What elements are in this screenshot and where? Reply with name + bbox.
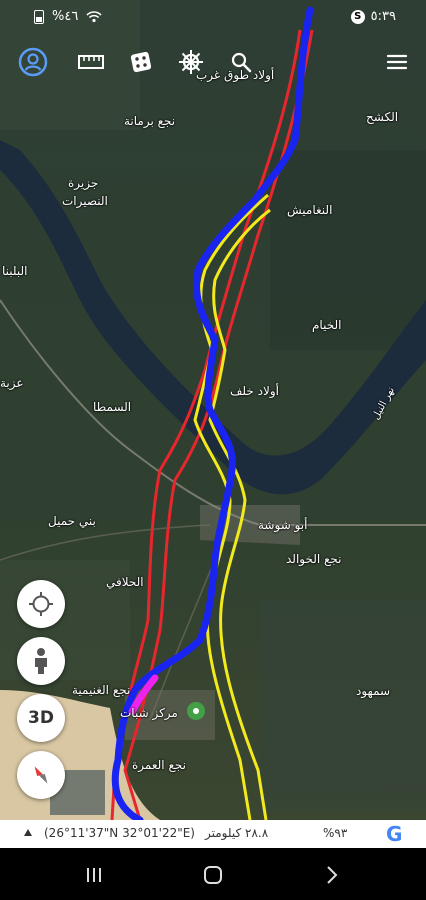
- measure-button[interactable]: [74, 45, 108, 79]
- place-label[interactable]: عزبة: [0, 376, 24, 390]
- coordinates-readout: (26°11'37"N 32°01'22"E): [44, 826, 195, 840]
- random-button[interactable]: [124, 45, 158, 79]
- scale-bar: (26°11'37"N 32°01'22"E) ٢٨.٨ كيلومتر %٩٣…: [0, 820, 426, 848]
- menu-button[interactable]: [380, 45, 414, 79]
- status-right: S ٥:٣٩: [350, 9, 396, 24]
- status-bar: %٤٦ S ٥:٣٩: [0, 0, 426, 34]
- top-toolbar: [0, 42, 426, 82]
- wifi-icon: [86, 11, 102, 23]
- system-nav-bar: [0, 848, 426, 900]
- pegman-icon: [35, 648, 47, 674]
- place-label[interactable]: الكشح: [366, 110, 398, 124]
- compass-icon: [34, 766, 48, 784]
- place-label[interactable]: أولاد خلف: [230, 384, 279, 398]
- alarm-icon: S: [350, 9, 365, 24]
- place-label[interactable]: الحلافي: [106, 575, 144, 589]
- zoom-percent: %٩٣: [323, 826, 348, 840]
- status-time: ٥:٣٩: [370, 9, 396, 24]
- ship-wheel-icon: [179, 50, 203, 74]
- place-label[interactable]: مركز شبات: [120, 706, 178, 720]
- field-patch: [260, 600, 426, 810]
- recents-button[interactable]: [74, 862, 114, 888]
- profile-button[interactable]: [16, 45, 50, 79]
- status-left: %٤٦: [34, 9, 102, 24]
- back-button[interactable]: [312, 862, 352, 888]
- place-label[interactable]: نجع العمرة: [132, 758, 186, 772]
- dice-icon: [130, 51, 152, 73]
- battery-percent: %٤٦: [52, 9, 79, 24]
- place-label[interactable]: أبو شوشة: [258, 518, 307, 532]
- place-label[interactable]: جزيرة: [68, 176, 98, 190]
- recents-icon: [87, 868, 101, 882]
- expand-arrow-icon[interactable]: [24, 829, 32, 836]
- compass-button[interactable]: [17, 751, 65, 799]
- battery-icon: [34, 9, 44, 24]
- home-icon: [204, 866, 222, 884]
- place-label[interactable]: نجع الغنيمية: [72, 683, 130, 697]
- place-pin[interactable]: [187, 702, 205, 720]
- place-label[interactable]: البلبنا: [2, 264, 27, 278]
- place-label[interactable]: نجع برمانة: [124, 114, 175, 128]
- google-logo: G: [386, 822, 403, 846]
- place-label[interactable]: الخيام: [312, 318, 341, 332]
- menu-icon: [386, 54, 408, 70]
- search-icon: [231, 52, 252, 73]
- 3d-toggle-button[interactable]: 3D: [17, 694, 65, 742]
- street-view-button[interactable]: [17, 637, 65, 685]
- ruler-icon: [78, 55, 104, 69]
- place-label[interactable]: سمهود: [356, 684, 390, 698]
- profile-icon: [18, 47, 48, 77]
- place-label[interactable]: نجع الخوالد: [286, 552, 342, 566]
- field-patch: [270, 150, 426, 350]
- home-button[interactable]: [193, 862, 233, 888]
- search-button[interactable]: [224, 45, 258, 79]
- my-location-button[interactable]: [17, 580, 65, 628]
- place-label[interactable]: النصيرات: [62, 194, 108, 208]
- place-label[interactable]: النغاميش: [287, 203, 332, 217]
- place-label[interactable]: السمطا: [93, 400, 131, 414]
- crosshair-icon: [29, 592, 53, 616]
- place-label[interactable]: بني حميل: [48, 514, 96, 528]
- 3d-label: 3D: [28, 708, 54, 728]
- back-icon: [327, 866, 338, 884]
- voyager-button[interactable]: [174, 45, 208, 79]
- satellite-map[interactable]: أولاد طوق غرب نجع برمانة الكشح جزيرة الن…: [0, 0, 426, 820]
- distance-readout: ٢٨.٨ كيلومتر: [205, 826, 269, 840]
